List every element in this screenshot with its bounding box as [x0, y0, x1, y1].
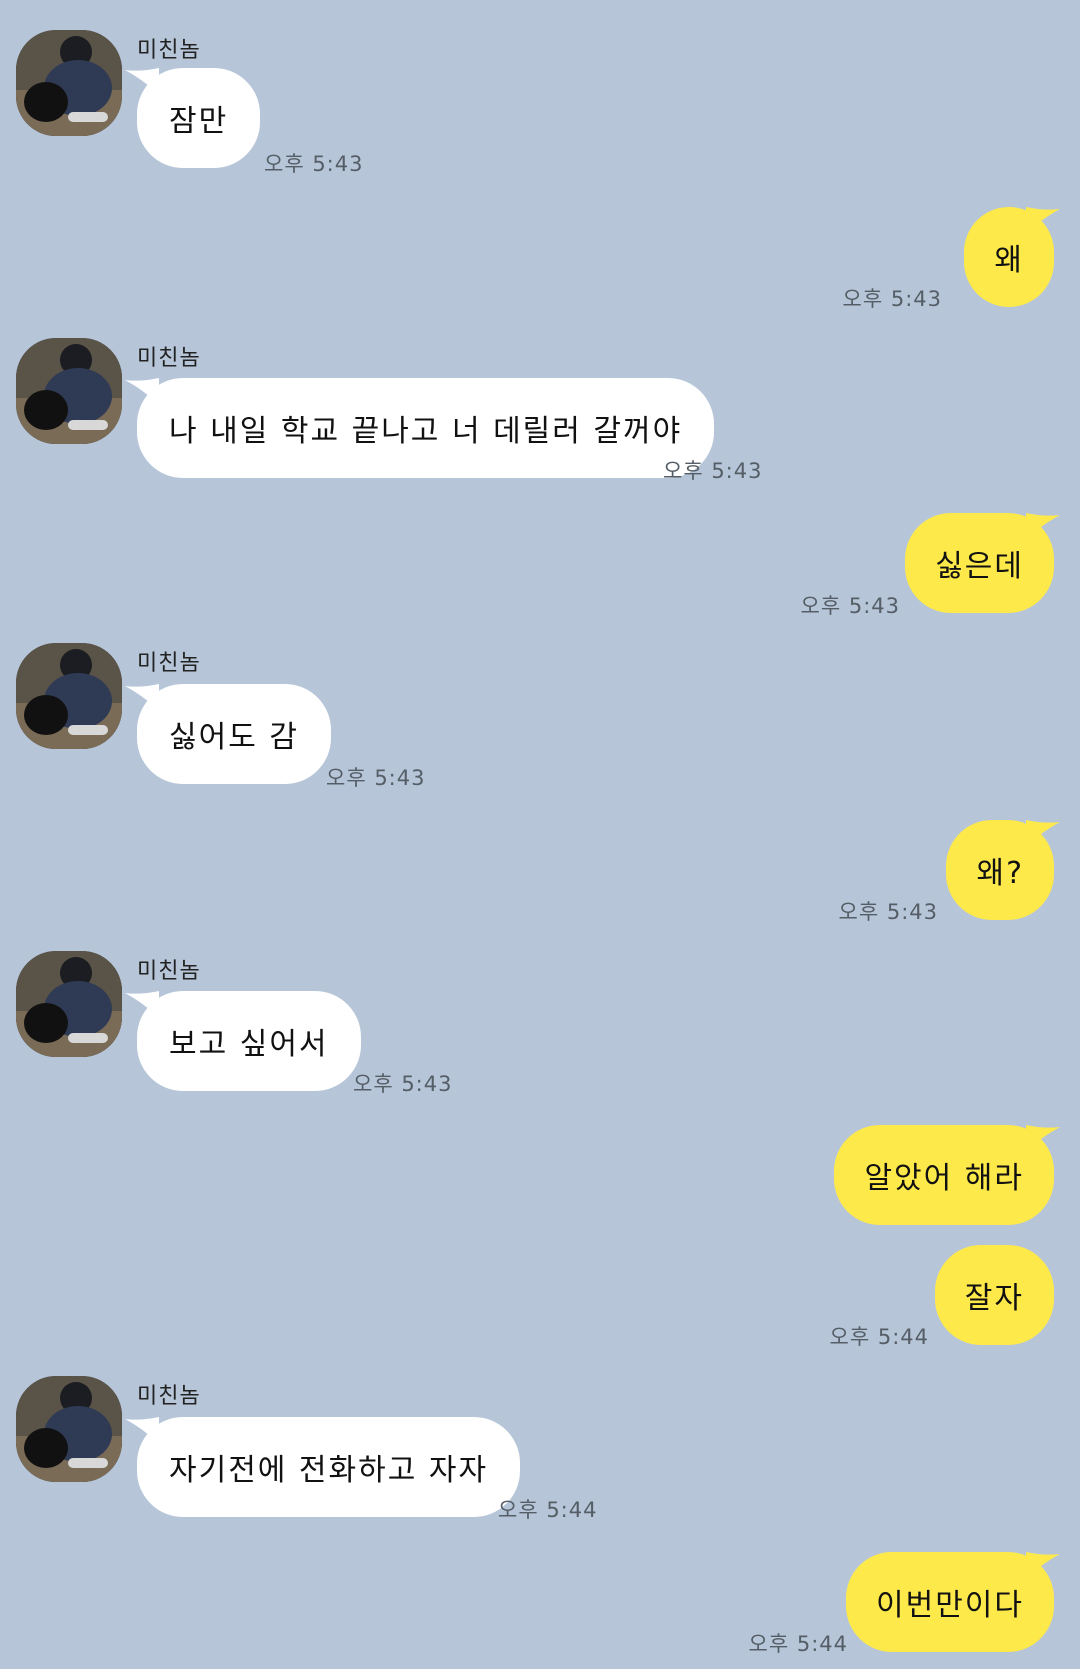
message-timestamp: 오후 5:44 — [748, 1632, 848, 1656]
message-text: 자기전에 전화하고 자자 — [169, 1453, 489, 1488]
message-text: 이번만이다 — [876, 1588, 1024, 1623]
message-timestamp: 오후 5:44 — [829, 1325, 929, 1349]
outgoing-message-bubble[interactable]: 이번만이다 — [846, 1552, 1054, 1652]
message-text: 잠만 — [169, 104, 229, 139]
outgoing-message-bubble[interactable]: 알았어 해라 — [834, 1125, 1054, 1225]
message-text: 싫은데 — [935, 549, 1024, 584]
sender-name: 미친놈 — [137, 38, 201, 63]
message-text: 왜? — [976, 856, 1024, 891]
message-timestamp: 오후 5:43 — [326, 766, 426, 790]
incoming-message-bubble[interactable]: 나 내일 학교 끝나고 너 데릴러 갈꺼야 — [137, 378, 715, 478]
incoming-message-bubble[interactable]: 자기전에 전화하고 자자 — [137, 1417, 521, 1517]
incoming-message-bubble[interactable]: 싫어도 감 — [137, 684, 331, 784]
sender-avatar[interactable] — [16, 1376, 122, 1482]
outgoing-message-bubble[interactable]: 왜 — [964, 207, 1054, 307]
sender-avatar[interactable] — [16, 338, 122, 444]
message-text: 나 내일 학교 끝나고 너 데릴러 갈꺼야 — [169, 414, 683, 449]
incoming-message-bubble[interactable]: 보고 싶어서 — [137, 991, 361, 1091]
message-text: 알았어 해라 — [864, 1161, 1024, 1196]
message-text: 잘자 — [964, 1281, 1024, 1316]
message-text: 보고 싶어서 — [169, 1027, 329, 1062]
message-timestamp: 오후 5:44 — [498, 1498, 598, 1522]
chat-message-list[interactable]: 미친놈 잠만 오후 5:43 왜 오후 5:43 미친놈 나 내일 학교 끝나고… — [0, 0, 1080, 1669]
outgoing-message-bubble[interactable]: 잘자 — [934, 1245, 1054, 1345]
message-timestamp: 오후 5:43 — [353, 1072, 453, 1096]
message-timestamp: 오후 5:43 — [842, 287, 942, 311]
sender-name: 미친놈 — [137, 346, 201, 371]
outgoing-message-bubble[interactable]: 왜? — [946, 820, 1054, 920]
message-timestamp: 오후 5:43 — [838, 900, 938, 924]
sender-name: 미친놈 — [137, 959, 201, 984]
message-timestamp: 오후 5:43 — [663, 459, 763, 483]
sender-name: 미친놈 — [137, 651, 201, 676]
message-text: 싫어도 감 — [169, 720, 299, 755]
message-timestamp: 오후 5:43 — [264, 152, 364, 176]
sender-avatar[interactable] — [16, 30, 122, 136]
sender-avatar[interactable] — [16, 643, 122, 749]
incoming-message-bubble[interactable]: 잠만 — [137, 68, 261, 168]
sender-avatar[interactable] — [16, 951, 122, 1057]
message-text: 왜 — [994, 243, 1024, 278]
sender-name: 미친놈 — [137, 1384, 201, 1409]
outgoing-message-bubble[interactable]: 싫은데 — [905, 513, 1054, 613]
message-timestamp: 오후 5:43 — [800, 594, 900, 618]
